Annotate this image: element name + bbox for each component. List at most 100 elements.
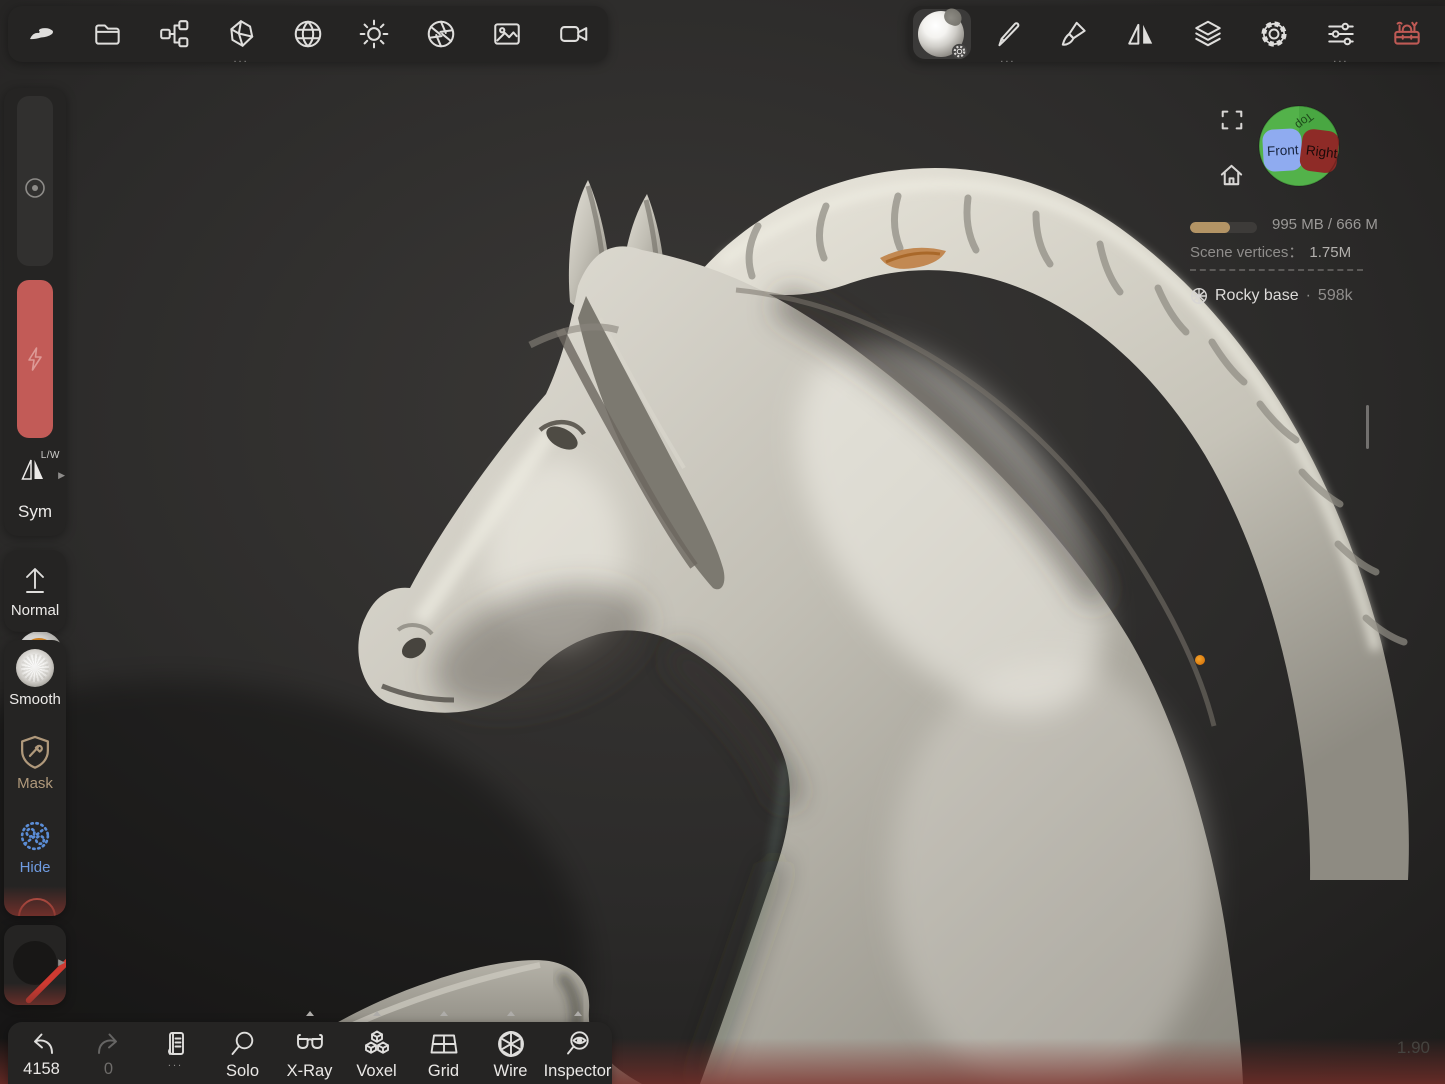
hud-divider [1190, 269, 1363, 271]
mirror-icon [1125, 18, 1157, 50]
matcap-sphere-icon [292, 18, 324, 50]
home-view-icon[interactable] [1218, 162, 1245, 189]
mesh-name: Rocky base [1215, 287, 1299, 305]
quick-mask[interactable]: Mask [4, 724, 66, 808]
left-quick-tools-panel: Smooth Mask Hide [4, 640, 66, 916]
toolbox-button[interactable] [1374, 6, 1441, 62]
inspector-caret [574, 1011, 582, 1016]
sidebar-scrollbar[interactable] [1366, 405, 1369, 449]
video-camera-icon [558, 18, 590, 50]
quick-smooth-icon [16, 649, 54, 687]
left-panel-scroll-fade [4, 886, 66, 916]
active-tool-preview-button[interactable] [908, 6, 975, 62]
journal-button[interactable]: ... [142, 1022, 209, 1084]
topology-button[interactable]: ... [208, 6, 275, 62]
voxel-label: Voxel [356, 1062, 396, 1081]
files-button[interactable] [75, 6, 142, 62]
postprocess-button[interactable] [408, 6, 475, 62]
background-image-button[interactable] [474, 6, 541, 62]
projection-panel[interactable]: Normal [4, 550, 66, 632]
nav-face-front: Front [1267, 142, 1299, 159]
xray-glasses-icon [294, 1029, 326, 1059]
quick-sliders-button[interactable]: ... [1308, 6, 1375, 62]
paintbrush-icon [1058, 18, 1090, 50]
memory-usage-fill [1190, 222, 1230, 233]
redo-count: 0 [104, 1060, 113, 1079]
left-slider-panel: L/W ▶ Sym [4, 88, 66, 536]
nomad-sculpt-app: Top Front Right 995 MB / 666 M Scene ver… [0, 0, 1445, 1084]
material-none-panel[interactable]: ▶ [4, 925, 66, 1005]
top-right-toolbar: ... [908, 6, 1445, 62]
mesh-sep: · [1306, 287, 1311, 305]
active-tool-ball-icon [918, 11, 964, 57]
settings-button[interactable] [1241, 6, 1308, 62]
voxel-cubes-icon [361, 1029, 393, 1059]
symmetry-button[interactable] [1108, 6, 1175, 62]
camera-button[interactable] [541, 6, 608, 62]
material-none-icon [13, 941, 57, 985]
solo-magnifier-icon [228, 1029, 258, 1059]
material-expand-arrow[interactable]: ▶ [58, 957, 65, 968]
stroke-more-dots: ... [975, 57, 1042, 61]
symmetry-label: Sym [4, 502, 66, 522]
scene-vertices-label: Scene vertices： [1190, 244, 1303, 261]
lighting-button[interactable] [341, 6, 408, 62]
redo-icon [94, 1029, 124, 1057]
symmetry-toggle[interactable]: L/W ▶ Sym [4, 448, 66, 526]
radius-knob-icon [23, 176, 47, 200]
navigation-gizmo[interactable]: Top Front Right [1256, 103, 1342, 189]
wire-caret [507, 1011, 515, 1016]
painting-button[interactable] [1041, 6, 1108, 62]
memory-usage-bar [1190, 222, 1257, 233]
layers-button[interactable] [1174, 6, 1241, 62]
quick-hide-label: Hide [20, 859, 51, 876]
toggle-solo[interactable]: Solo [209, 1022, 276, 1084]
stroke-indicator-dot [1195, 655, 1205, 665]
wireframe-icon [495, 1029, 527, 1059]
stroke-button[interactable]: ... [975, 6, 1042, 62]
undo-count: 4158 [23, 1060, 60, 1079]
quick-hide[interactable]: Hide [4, 808, 66, 892]
toggle-xray[interactable]: X-Ray [276, 1022, 343, 1084]
xray-label: X-Ray [287, 1062, 333, 1081]
undo-icon [27, 1029, 57, 1057]
solo-label: Solo [226, 1062, 259, 1081]
voxel-caret [373, 1011, 381, 1016]
undo-button[interactable]: 4158 [8, 1022, 75, 1084]
journal-more-dots: ... [168, 1061, 183, 1065]
scene-vertices: Scene vertices： 1.75M [1190, 241, 1351, 262]
grid-label: Grid [428, 1062, 459, 1081]
material-panel-fade [4, 983, 66, 1005]
toggle-voxel[interactable]: Voxel [343, 1022, 410, 1084]
scene-graph-button[interactable] [141, 6, 208, 62]
top-left-toolbar: ... [8, 6, 608, 62]
mesh-icon [1190, 287, 1208, 305]
grid-caret [440, 1011, 448, 1016]
sun-icon [358, 18, 390, 50]
sliders-more-dots: ... [1308, 57, 1375, 61]
toggle-grid[interactable]: Grid [410, 1022, 477, 1084]
scene-vertices-value: 1.75M [1309, 244, 1351, 261]
toggle-inspector[interactable]: Inspector [544, 1022, 611, 1084]
grid-icon [428, 1029, 460, 1059]
quick-smooth[interactable]: Smooth [4, 640, 66, 724]
topology-more-dots: ... [208, 57, 275, 61]
symmetry-triangles-icon [18, 456, 48, 484]
app-logo-button[interactable] [8, 6, 75, 62]
radius-slider[interactable] [17, 96, 53, 266]
sliders-icon [1325, 18, 1357, 50]
quick-mask-icon [16, 733, 54, 771]
tool-settings-gear-badge[interactable] [951, 43, 968, 60]
symmetry-expand-arrow[interactable]: ▶ [58, 470, 65, 481]
intensity-slider[interactable] [17, 280, 53, 438]
pencil-icon [992, 18, 1024, 50]
journal-icon [161, 1029, 191, 1059]
zoom-level: 1.90 [1360, 1038, 1430, 1058]
fullscreen-icon[interactable] [1219, 107, 1245, 133]
redo-button[interactable]: 0 [75, 1022, 142, 1084]
material-button[interactable] [274, 6, 341, 62]
toggle-wire[interactable]: Wire [477, 1022, 544, 1084]
scene-graph-icon [158, 18, 190, 50]
mesh-list-item[interactable]: Rocky base · 598k [1190, 287, 1353, 305]
mesh-vertex-count: 598k [1318, 287, 1353, 305]
